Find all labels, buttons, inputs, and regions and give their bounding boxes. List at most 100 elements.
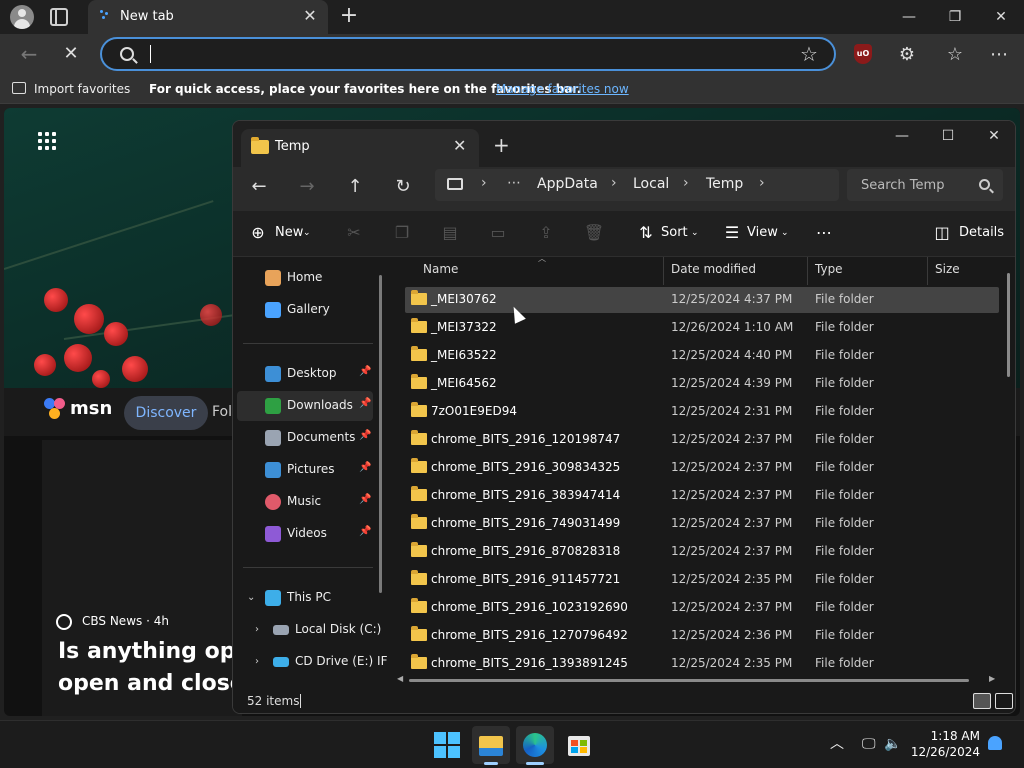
scroll-right-icon[interactable]: ▶ (989, 674, 995, 683)
windows-start-icon[interactable] (434, 732, 460, 758)
more-options-icon[interactable]: ⋯ (813, 222, 835, 244)
chevron-right-icon[interactable]: › (481, 175, 487, 191)
rename-icon[interactable]: ▭ (487, 222, 509, 244)
tab-actions-icon[interactable] (50, 8, 68, 26)
table-row[interactable]: chrome_BITS_2916_1270796492 12/25/2024 2:… (405, 623, 999, 649)
address-input[interactable] (158, 43, 758, 65)
table-row[interactable]: chrome_BITS_2916_120198747 12/25/2024 2:3… (405, 427, 999, 453)
new-tab-button[interactable]: + (338, 4, 360, 28)
breadcrumb-temp[interactable]: Temp (706, 176, 743, 192)
sidebar-item-desktop[interactable]: Desktop 📌 (237, 359, 373, 389)
edge-icon[interactable] (516, 726, 554, 764)
msn-brand[interactable]: msn (70, 398, 112, 419)
pin-icon[interactable]: 📌 (359, 398, 371, 409)
table-row[interactable]: chrome_BITS_2916_1023192690 12/25/2024 2:… (405, 595, 999, 621)
pin-icon[interactable]: 📌 (359, 526, 371, 537)
sidebar-item-music[interactable]: Music 📌 (237, 487, 373, 517)
sidebar-item-home[interactable]: Home (237, 263, 373, 293)
chevron-down-icon[interactable]: ⌄ (247, 592, 255, 603)
table-row[interactable]: chrome_BITS_2916_309834325 12/25/2024 2:3… (405, 455, 999, 481)
refresh-icon[interactable]: ↻ (389, 173, 417, 201)
table-row[interactable]: chrome_BITS_2916_870828318 12/25/2024 2:3… (405, 539, 999, 565)
notification-bell-icon[interactable] (988, 736, 1002, 750)
file-explorer-icon[interactable] (472, 726, 510, 764)
table-row[interactable]: _MEI30762 12/25/2024 4:37 PM File folder (405, 287, 999, 313)
column-separator[interactable] (927, 257, 928, 285)
more-locations-icon[interactable]: ⋯ (507, 175, 521, 191)
sidebar-item-pictures[interactable]: Pictures 📌 (237, 455, 373, 485)
up-icon[interactable]: ↑ (341, 173, 369, 201)
scroll-left-icon[interactable]: ◀ (397, 674, 403, 683)
breadcrumb-local[interactable]: Local (633, 176, 669, 192)
pin-icon[interactable]: 📌 (359, 462, 371, 473)
new-button[interactable]: New (275, 222, 303, 244)
vertical-scrollbar[interactable] (1007, 273, 1010, 377)
tab-discover[interactable]: Discover (124, 396, 208, 430)
star-icon[interactable]: ☆ (800, 42, 818, 66)
profile-icon[interactable] (10, 5, 34, 29)
extensions-icon[interactable]: ⚙ (894, 42, 920, 68)
copy-icon[interactable]: ❐ (391, 222, 413, 244)
view-button[interactable]: View (747, 222, 778, 244)
store-icon[interactable] (560, 726, 598, 764)
sidebar-item-gallery[interactable]: Gallery (237, 295, 373, 325)
close-tab-icon[interactable]: ✕ (453, 137, 466, 155)
breadcrumb[interactable]: › ⋯ AppData › Local › Temp › (435, 169, 839, 201)
details-view-icon[interactable] (973, 693, 991, 709)
chevron-right-icon[interactable]: › (255, 624, 259, 635)
sort-button[interactable]: Sort (661, 222, 688, 244)
share-icon[interactable]: ⇪ (535, 222, 557, 244)
volume-icon[interactable]: 🔈 (884, 734, 901, 754)
sidebar-scrollbar[interactable] (379, 275, 382, 593)
back-icon[interactable]: ← (245, 173, 273, 201)
column-header-size[interactable]: Size (935, 262, 960, 276)
explorer-search-box[interactable] (847, 169, 1003, 201)
more-icon[interactable]: ⋯ (986, 42, 1012, 68)
ublock-icon[interactable]: uO (854, 44, 872, 64)
sidebar-item-cd-drive[interactable]: › CD Drive (E:) IF (237, 647, 387, 677)
pin-icon[interactable]: 📌 (359, 366, 371, 377)
chevron-right-icon[interactable]: › (759, 175, 765, 191)
table-row[interactable]: chrome_BITS_2916_1393891245 12/25/2024 2:… (405, 651, 999, 677)
close-window-icon[interactable]: ✕ (979, 125, 1009, 147)
manage-favorites-link[interactable]: Manage favorites now (496, 82, 629, 96)
sidebar-item-documents[interactable]: Documents 📌 (237, 423, 373, 453)
table-row[interactable]: _MEI37322 12/26/2024 1:10 AM File folder (405, 315, 999, 341)
apps-grid-icon[interactable] (38, 132, 58, 152)
maximize-icon[interactable]: ☐ (933, 125, 963, 147)
show-hidden-icons-icon[interactable]: ︿ (830, 734, 844, 754)
explorer-tab-temp[interactable]: Temp ✕ (241, 129, 479, 167)
browser-tab-new-tab[interactable]: New tab ✕ (88, 0, 328, 34)
minimize-icon[interactable]: — (887, 125, 917, 147)
search-input[interactable] (861, 175, 971, 195)
sidebar-item-local-disk[interactable]: › Local Disk (C:) (237, 615, 381, 645)
column-header-name[interactable]: Name (423, 262, 458, 276)
sidebar-item-downloads[interactable]: Downloads 📌 (237, 391, 373, 421)
horizontal-scrollbar[interactable] (409, 679, 969, 682)
column-separator[interactable] (807, 257, 808, 285)
delete-icon[interactable]: 🗑 (583, 222, 605, 244)
table-row[interactable]: chrome_BITS_2916_383947414 12/25/2024 2:3… (405, 483, 999, 509)
chevron-right-icon[interactable]: › (255, 656, 259, 667)
table-row[interactable]: chrome_BITS_2916_749031499 12/25/2024 2:3… (405, 511, 999, 537)
tiles-view-icon[interactable] (995, 693, 1013, 709)
details-button[interactable]: Details (959, 222, 1004, 244)
table-row[interactable]: 7zO01E9ED94 12/25/2024 2:31 PM File folder (405, 399, 999, 425)
pin-icon[interactable]: 📌 (359, 494, 371, 505)
breadcrumb-appdata[interactable]: AppData (537, 176, 598, 192)
forward-icon[interactable]: → (293, 173, 321, 201)
tab-following[interactable]: Fol (212, 404, 232, 420)
news-headline[interactable]: Is anything oper open and closed (58, 636, 238, 700)
chevron-right-icon[interactable]: › (611, 175, 617, 191)
minimize-icon[interactable]: — (894, 6, 924, 28)
close-tab-icon[interactable]: ✕ (302, 8, 318, 24)
back-icon[interactable]: ← (16, 42, 42, 68)
stop-loading-icon[interactable]: ✕ (58, 42, 84, 68)
table-row[interactable]: _MEI63522 12/25/2024 4:40 PM File folder (405, 343, 999, 369)
import-favorites-button[interactable]: Import favorites (34, 82, 130, 96)
cut-icon[interactable]: ✂ (343, 222, 365, 244)
close-window-icon[interactable]: ✕ (986, 6, 1016, 28)
table-row[interactable]: chrome_BITS_2916_911457721 12/25/2024 2:3… (405, 567, 999, 593)
clock-time[interactable]: 1:18 AM (928, 729, 980, 743)
sidebar-item-this-pc[interactable]: ⌄ This PC (237, 583, 373, 613)
